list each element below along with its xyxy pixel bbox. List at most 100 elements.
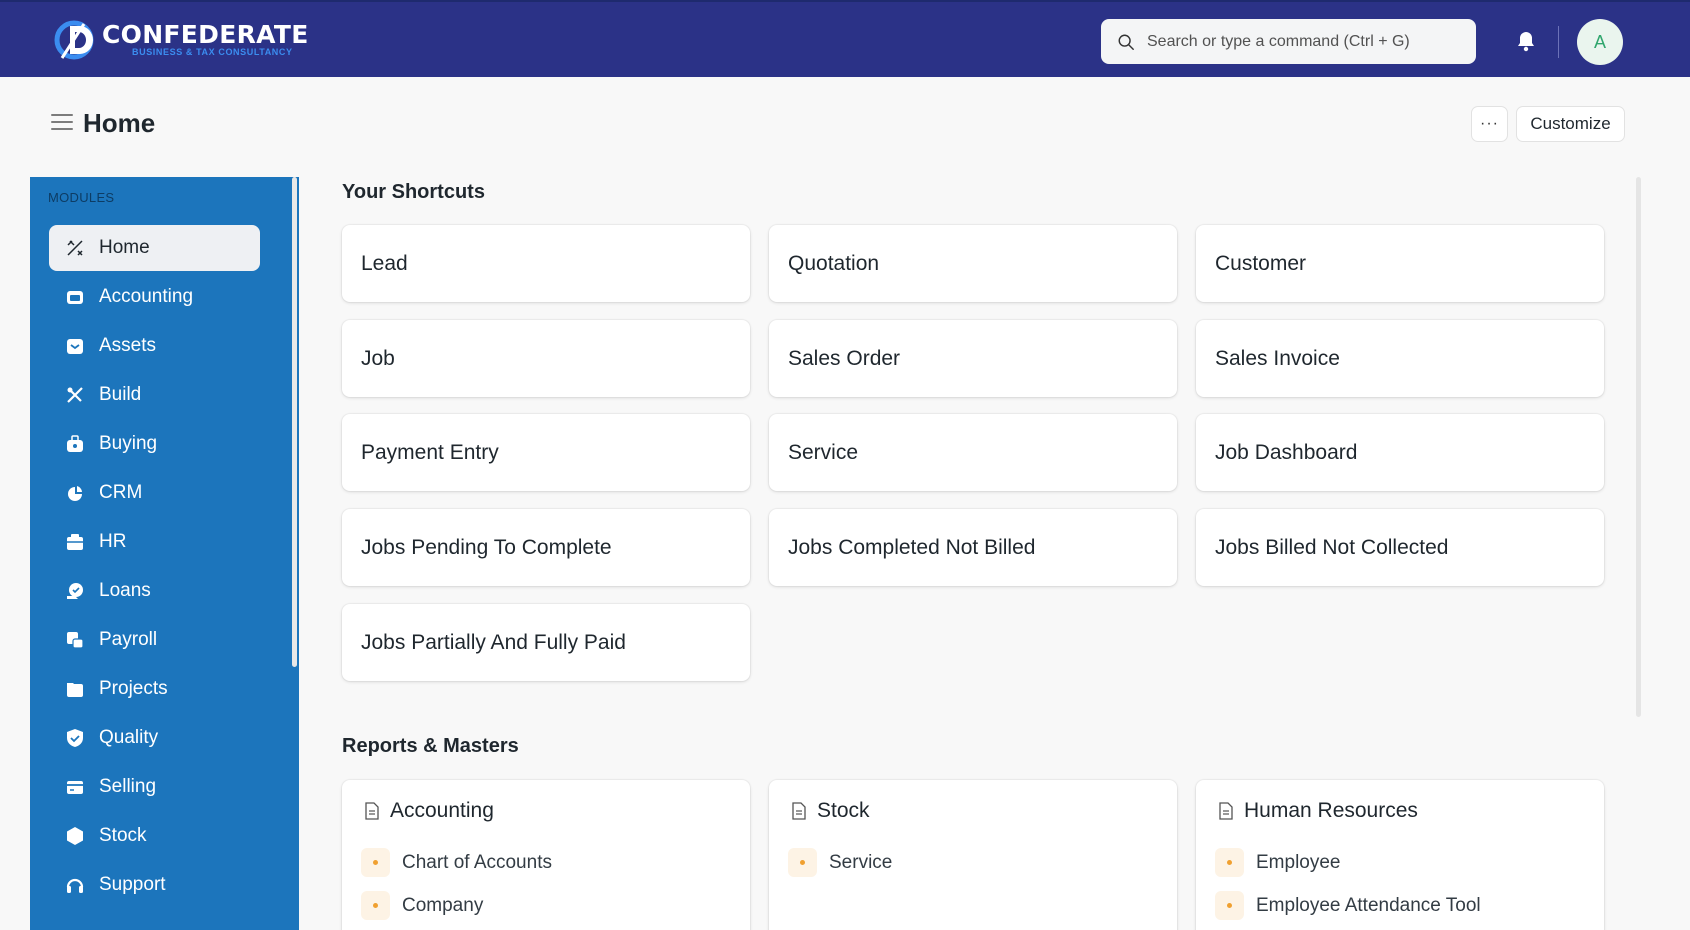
shortcut-sales-invoice[interactable]: Sales Invoice xyxy=(1196,320,1604,397)
modules-sidebar: MODULES Home Accounting Assets Build Buy… xyxy=(30,177,299,930)
shortcut-jobs-partially-paid[interactable]: Jobs Partially And Fully Paid xyxy=(342,604,750,681)
navbar-divider xyxy=(1558,26,1559,58)
sidebar-item-quality[interactable]: Quality xyxy=(49,715,260,761)
logo-mark-icon xyxy=(54,20,94,60)
report-link-label: Service xyxy=(829,851,893,873)
sidebar-item-label: Support xyxy=(99,874,166,895)
report-link-label: Employee Attendance Tool xyxy=(1256,894,1481,916)
sidebar-item-hr[interactable]: HR xyxy=(49,519,260,565)
report-card-stock: Stock Service xyxy=(769,780,1177,930)
buying-icon xyxy=(67,435,83,452)
sidebar-item-projects[interactable]: Projects xyxy=(49,666,260,712)
sidebar-item-label: Buying xyxy=(99,433,158,454)
report-link[interactable]: Service xyxy=(788,848,892,877)
shortcut-jobs-billed-not-collected[interactable]: Jobs Billed Not Collected xyxy=(1196,509,1604,586)
sidebar-item-support[interactable]: Support xyxy=(49,862,260,908)
customize-button[interactable]: Customize xyxy=(1516,106,1625,142)
shortcut-payment-entry[interactable]: Payment Entry xyxy=(342,414,750,491)
report-card-accounting: Accounting Chart of Accounts Company xyxy=(342,780,750,930)
card-header[interactable]: Accounting xyxy=(364,799,494,823)
modules-section-label: MODULES xyxy=(48,190,115,205)
loans-icon xyxy=(67,583,83,599)
stock-icon xyxy=(67,827,83,845)
report-link-label: Company xyxy=(402,894,484,916)
sidebar-toggle-icon[interactable] xyxy=(51,114,73,132)
sidebar-item-label: Build xyxy=(99,384,142,405)
more-options-button[interactable]: ··· xyxy=(1471,106,1508,142)
bullet-dot-icon xyxy=(361,891,390,920)
shortcut-customer[interactable]: Customer xyxy=(1196,225,1604,302)
document-icon xyxy=(792,802,806,820)
shortcut-job-dashboard[interactable]: Job Dashboard xyxy=(1196,414,1604,491)
sidebar-item-stock[interactable]: Stock xyxy=(49,813,260,859)
logo-name: CONFEDERATE xyxy=(102,20,309,49)
card-header[interactable]: Stock xyxy=(791,799,870,823)
hr-icon xyxy=(67,534,83,550)
sidebar-item-label: Assets xyxy=(99,335,157,356)
sidebar-item-label: HR xyxy=(99,531,127,552)
search-input[interactable] xyxy=(1147,32,1457,51)
assets-icon xyxy=(67,339,83,354)
payroll-icon xyxy=(67,632,84,649)
sidebar-item-build[interactable]: Build xyxy=(49,372,260,418)
shortcut-lead[interactable]: Lead xyxy=(342,225,750,302)
sidebar-item-label: Quality xyxy=(99,727,159,748)
shortcut-sales-order[interactable]: Sales Order xyxy=(769,320,1177,397)
report-link[interactable]: Employee Attendance Tool xyxy=(1215,891,1481,920)
bullet-dot-icon xyxy=(1215,891,1244,920)
quality-icon xyxy=(67,729,83,747)
report-link[interactable]: Employee xyxy=(1215,848,1341,877)
card-header[interactable]: Human Resources xyxy=(1218,799,1418,823)
reports-section-title: Reports & Masters xyxy=(342,735,519,757)
tools-icon xyxy=(67,240,83,256)
sidebar-item-payroll[interactable]: Payroll xyxy=(49,617,260,663)
report-link-label: Employee xyxy=(1256,851,1341,873)
sidebar-item-selling[interactable]: Selling xyxy=(49,764,260,810)
support-icon xyxy=(66,878,84,893)
crm-icon xyxy=(68,485,84,501)
bullet-dot-icon xyxy=(1215,848,1244,877)
sidebar-item-label: Stock xyxy=(99,825,147,846)
notification-bell-icon[interactable] xyxy=(1516,30,1536,52)
user-avatar[interactable]: A xyxy=(1577,19,1623,65)
top-navbar: CONFEDERATE BUSINESS & TAX CONSULTANCY A xyxy=(0,0,1690,77)
report-card-human-resources: Human Resources Employee Employee Attend… xyxy=(1196,780,1604,930)
sidebar-item-assets[interactable]: Assets xyxy=(49,323,260,369)
shortcuts-section-title: Your Shortcuts xyxy=(342,181,485,203)
document-icon xyxy=(365,802,379,820)
accounting-icon xyxy=(67,291,83,304)
shortcut-jobs-completed-not-billed[interactable]: Jobs Completed Not Billed xyxy=(769,509,1177,586)
search-bar[interactable] xyxy=(1101,19,1476,64)
document-icon xyxy=(1219,802,1233,820)
sidebar-item-buying[interactable]: Buying xyxy=(49,421,260,467)
bullet-dot-icon xyxy=(788,848,817,877)
sidebar-scrollbar[interactable] xyxy=(292,177,297,667)
sidebar-item-accounting[interactable]: Accounting xyxy=(49,274,260,320)
sidebar-item-label: Accounting xyxy=(99,286,194,307)
shortcut-jobs-pending[interactable]: Jobs Pending To Complete xyxy=(342,509,750,586)
report-link[interactable]: Chart of Accounts xyxy=(361,848,552,877)
report-link[interactable]: Company xyxy=(361,891,483,920)
sidebar-item-crm[interactable]: CRM xyxy=(49,470,260,516)
search-icon xyxy=(1118,34,1134,50)
shortcut-quotation[interactable]: Quotation xyxy=(769,225,1177,302)
card-title: Accounting xyxy=(390,799,494,822)
sidebar-item-label: Payroll xyxy=(99,629,158,650)
projects-icon xyxy=(67,683,83,697)
build-icon xyxy=(67,387,83,403)
sidebar-item-label: CRM xyxy=(99,482,143,503)
card-title: Stock xyxy=(817,799,870,822)
sidebar-item-label: Projects xyxy=(99,678,168,699)
sidebar-item-home[interactable]: Home xyxy=(49,225,260,271)
selling-icon xyxy=(67,781,83,794)
shortcut-job[interactable]: Job xyxy=(342,320,750,397)
company-logo[interactable]: CONFEDERATE BUSINESS & TAX CONSULTANCY xyxy=(54,18,309,62)
card-title: Human Resources xyxy=(1244,799,1418,822)
sidebar-item-loans[interactable]: Loans xyxy=(49,568,260,614)
report-link-label: Chart of Accounts xyxy=(402,851,552,873)
content-scrollbar[interactable] xyxy=(1636,177,1641,717)
sidebar-item-label: Home xyxy=(99,237,150,258)
bullet-dot-icon xyxy=(361,848,390,877)
shortcut-service[interactable]: Service xyxy=(769,414,1177,491)
logo-tagline: BUSINESS & TAX CONSULTANCY xyxy=(132,47,293,57)
